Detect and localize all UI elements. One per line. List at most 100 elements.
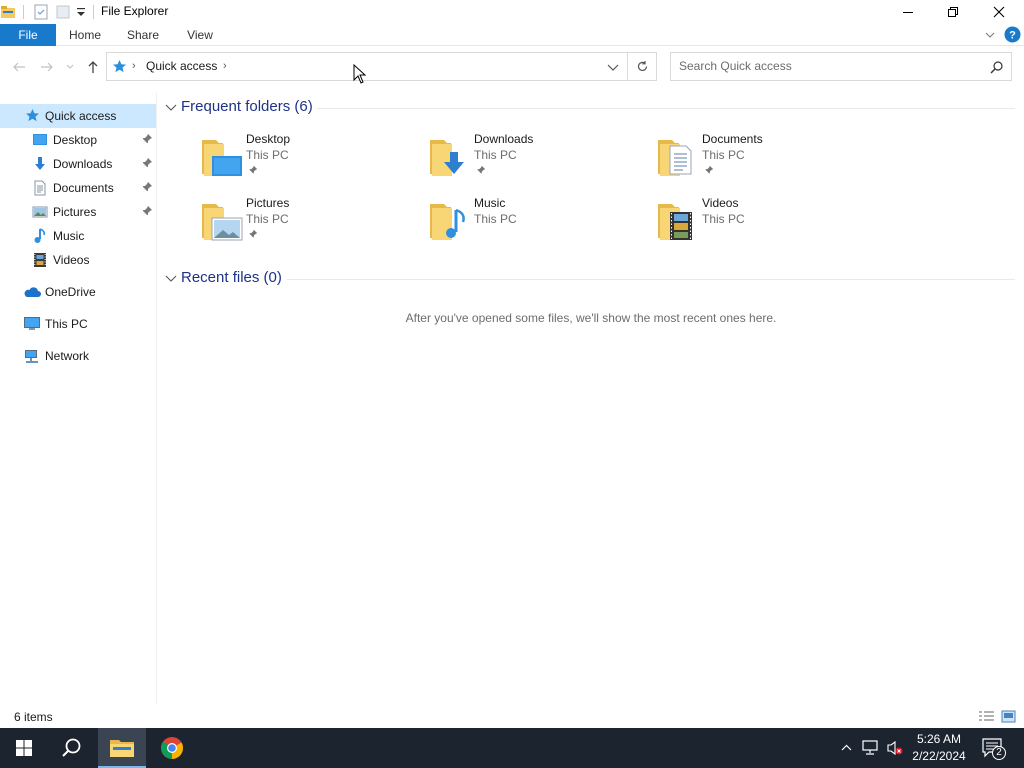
chrome-icon — [160, 737, 183, 759]
folder-tile-desktop[interactable]: Desktop This PC — [200, 132, 420, 188]
folder-location: This PC — [246, 212, 289, 226]
sidebar-item-network[interactable]: Network — [0, 344, 156, 368]
restore-icon — [948, 7, 958, 17]
start-button[interactable] — [0, 728, 48, 768]
volume-muted-icon[interactable] — [886, 740, 904, 759]
sidebar-item-desktop[interactable]: Desktop — [0, 128, 156, 152]
search-icon[interactable] — [990, 60, 1004, 77]
folder-name: Music — [474, 196, 506, 210]
folder-name: Documents — [702, 132, 763, 146]
desktop-folder-icon — [32, 132, 48, 148]
network-icon — [23, 348, 39, 364]
recent-files-header[interactable]: Recent files (0) — [165, 269, 1015, 289]
search-box[interactable] — [670, 52, 1012, 81]
refresh-button[interactable] — [628, 52, 657, 81]
pin-icon — [476, 164, 486, 176]
sidebar-item-label: Documents — [53, 181, 114, 195]
pin-icon[interactable] — [141, 133, 153, 147]
chevron-down-icon[interactable] — [165, 102, 177, 116]
document-icon — [32, 180, 48, 196]
group-divider — [287, 279, 1015, 280]
sidebar-item-pictures[interactable]: Pictures — [0, 200, 156, 224]
up-arrow-icon[interactable] — [85, 59, 101, 75]
sidebar-item-label: Music — [53, 229, 85, 243]
close-button[interactable] — [976, 0, 1022, 24]
folder-tile-downloads[interactable]: Downloads This PC — [428, 132, 648, 188]
group-divider — [317, 108, 1015, 109]
breadcrumb-quick-access[interactable]: Quick access — [146, 59, 217, 73]
new-folder-icon[interactable] — [55, 4, 71, 20]
chrome-taskbar-button[interactable] — [148, 728, 196, 768]
film-icon — [32, 252, 48, 268]
minimize-button[interactable] — [885, 0, 931, 24]
sidebar-item-videos[interactable]: Videos — [0, 248, 156, 272]
large-icons-view-icon[interactable] — [1001, 710, 1016, 726]
sidebar-item-label: Quick access — [45, 109, 117, 123]
folder-tile-videos[interactable]: Videos This PC — [656, 196, 876, 252]
close-icon — [993, 6, 1005, 18]
pin-icon[interactable] — [141, 181, 153, 195]
navigation-bar: › Quick access › — [0, 47, 1024, 87]
search-icon — [62, 738, 81, 757]
quick-access-star-icon — [112, 59, 127, 77]
folder-location: This PC — [474, 212, 517, 226]
recent-locations-chevron-icon[interactable] — [64, 59, 76, 75]
frequent-folders-title: Frequent folders (6) — [181, 98, 313, 115]
restore-button[interactable] — [930, 0, 976, 24]
videos-folder-icon — [656, 198, 700, 242]
sidebar-item-documents[interactable]: Documents — [0, 176, 156, 200]
forward-arrow-icon[interactable] — [39, 59, 55, 75]
downloads-folder-icon — [428, 134, 472, 178]
minimize-icon — [903, 12, 913, 13]
recent-files-title: Recent files (0) — [181, 269, 282, 286]
properties-icon[interactable] — [33, 4, 49, 20]
folder-name: Videos — [702, 196, 739, 210]
folder-tile-music[interactable]: Music This PC — [428, 196, 648, 252]
picture-icon — [32, 204, 48, 220]
file-explorer-taskbar-button[interactable] — [98, 728, 146, 768]
breadcrumb-chevron-icon[interactable]: › — [223, 60, 227, 72]
pin-icon[interactable] — [141, 157, 153, 171]
folder-tile-pictures[interactable]: Pictures This PC — [200, 196, 420, 252]
show-hidden-icons-chevron-icon[interactable] — [840, 741, 853, 757]
windows-logo-icon — [16, 740, 32, 756]
sidebar-item-label: This PC — [45, 317, 88, 331]
folder-name: Downloads — [474, 132, 534, 146]
tab-home[interactable]: Home — [62, 24, 108, 46]
download-arrow-icon — [32, 156, 48, 172]
address-bar[interactable]: › Quick access › — [106, 52, 628, 81]
action-center-icon[interactable]: 2 — [982, 738, 1006, 761]
cloud-icon — [23, 284, 41, 300]
tab-file[interactable]: File — [0, 24, 56, 46]
pin-icon[interactable] — [141, 205, 153, 219]
back-arrow-icon[interactable] — [11, 59, 27, 75]
sidebar-item-quick-access[interactable]: Quick access — [0, 104, 156, 128]
expand-ribbon-icon[interactable] — [984, 29, 996, 44]
sidebar-item-onedrive[interactable]: OneDrive — [0, 280, 156, 304]
customize-toolbar-dropdown-icon[interactable] — [76, 6, 86, 22]
window-title: File Explorer — [101, 4, 169, 18]
pin-icon — [248, 164, 258, 176]
search-taskbar-button[interactable] — [48, 728, 96, 768]
folder-location: This PC — [474, 148, 517, 162]
frequent-folders-header[interactable]: Frequent folders (6) — [165, 98, 1015, 118]
folder-tile-documents[interactable]: Documents This PC — [656, 132, 876, 188]
details-view-icon[interactable] — [978, 710, 995, 726]
chevron-down-icon[interactable] — [165, 273, 177, 287]
sidebar-item-label: Desktop — [53, 133, 98, 147]
pane-divider[interactable] — [156, 92, 157, 704]
address-dropdown-icon[interactable] — [607, 62, 619, 76]
breadcrumb-separator-icon[interactable]: › — [132, 60, 136, 72]
sidebar-item-music[interactable]: Music — [0, 224, 156, 248]
tab-view[interactable]: View — [178, 24, 222, 46]
folder-icon — [110, 740, 134, 757]
network-status-icon[interactable] — [862, 740, 880, 759]
search-input[interactable] — [679, 59, 979, 73]
folder-location: This PC — [246, 148, 289, 162]
tab-share[interactable]: Share — [120, 24, 166, 46]
sidebar-item-downloads[interactable]: Downloads — [0, 152, 156, 176]
help-icon[interactable]: ? — [1004, 26, 1021, 46]
sidebar-item-this-pc[interactable]: This PC — [0, 312, 156, 336]
clock[interactable]: 5:26 AM 2/22/2024 — [908, 731, 970, 765]
clock-date: 2/22/2024 — [912, 749, 966, 763]
